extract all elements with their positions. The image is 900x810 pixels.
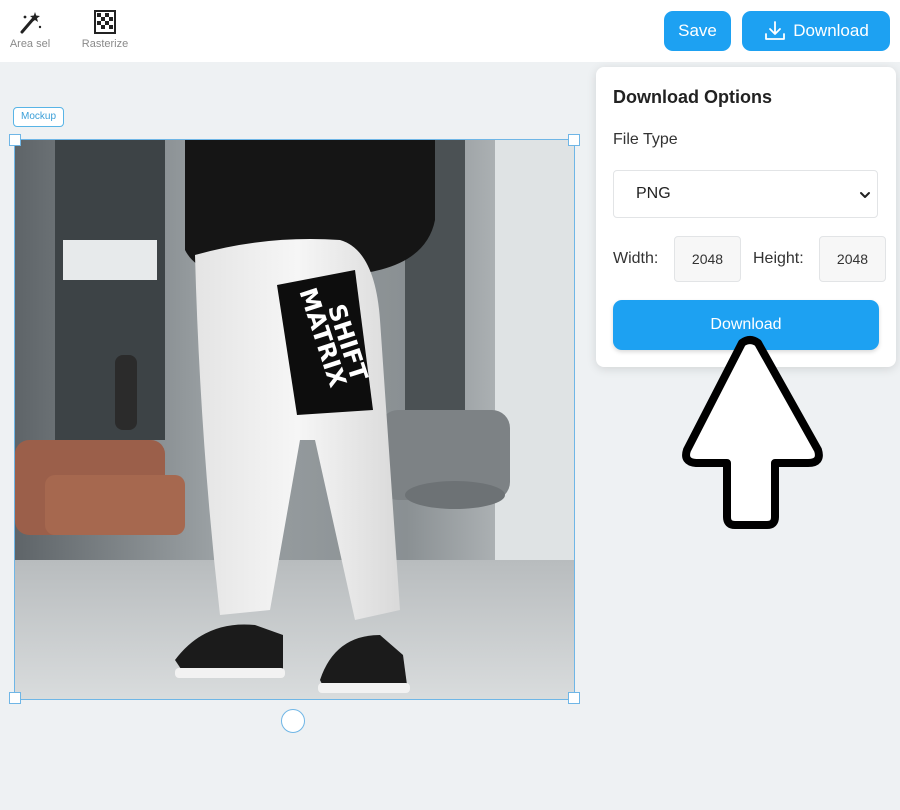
file-type-label: File Type (613, 131, 678, 148)
download-button-label: Download (793, 21, 869, 40)
photo-window-glass (63, 240, 157, 280)
magic-wand-icon (20, 12, 42, 34)
download-icon (765, 21, 786, 40)
resize-handle-top-left[interactable] (9, 134, 21, 146)
rasterize-grid-icon (94, 10, 116, 34)
photo-bright-window (495, 140, 574, 560)
up-arrow-pointer-icon (682, 336, 823, 529)
save-button[interactable]: Save (664, 11, 731, 51)
rasterize-tool[interactable]: Rasterize (75, 8, 135, 50)
resize-handle-bottom-right[interactable] (568, 692, 580, 704)
photo-window-frame (55, 140, 165, 440)
height-label: Height: (753, 250, 804, 267)
width-input[interactable]: 2048 (674, 236, 741, 282)
chevron-down-icon (860, 192, 870, 198)
panel-title: Download Options (613, 87, 772, 107)
download-button[interactable]: Download (742, 11, 890, 51)
rotate-handle[interactable] (281, 709, 305, 733)
file-type-value: PNG (636, 185, 671, 202)
resize-handle-bottom-left[interactable] (9, 692, 21, 704)
area-select-tool[interactable]: Area sel (0, 8, 60, 50)
photo-sofa-seat (45, 475, 185, 535)
rasterize-label: Rasterize (81, 38, 129, 50)
download-options-panel: Download Options File Type PNG Width: 20… (596, 67, 896, 367)
file-type-select[interactable]: PNG (613, 170, 878, 218)
top-toolbar: Area sel Rasterize Save Download (0, 0, 900, 62)
photo-shoe-left-sole (175, 668, 285, 678)
mockup-image[interactable]: MATRIX SHIFT (14, 139, 575, 700)
resize-handle-top-right[interactable] (568, 134, 580, 146)
layer-tag: Mockup (13, 107, 65, 127)
photo-floor (15, 560, 574, 699)
width-label: Width: (613, 250, 659, 267)
height-input[interactable]: 2048 (819, 236, 886, 282)
photo-shoe-right-sole (318, 683, 410, 693)
photo-background-person (115, 355, 137, 430)
photo-table (405, 481, 505, 509)
area-sel-label: Area sel (9, 38, 51, 50)
